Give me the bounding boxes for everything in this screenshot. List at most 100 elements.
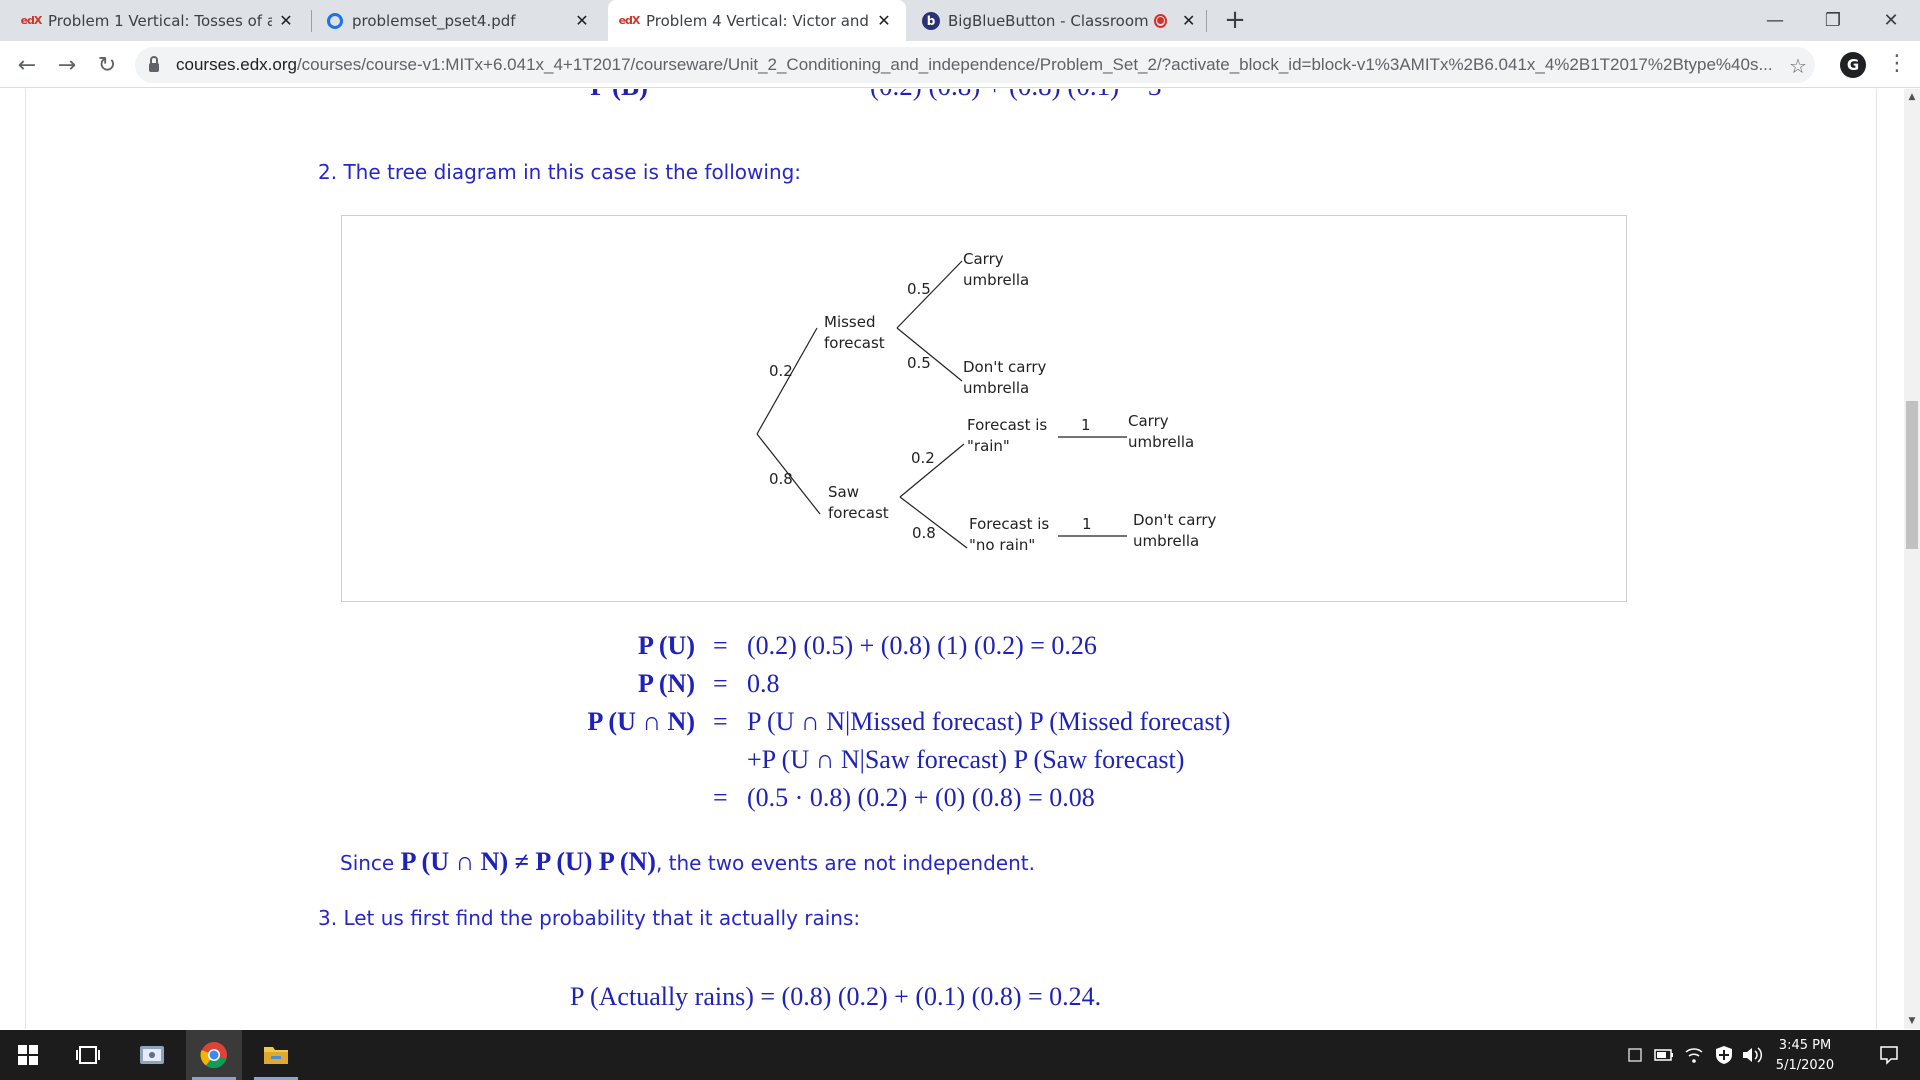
content-border-left [25,89,26,1029]
node-missed-line1: Missed [824,313,876,331]
reload-button[interactable]: ↻ [92,50,122,80]
tab-problemset-pdf[interactable]: problemset_pset4.pdf ✕ [314,0,604,41]
tab-label: Problem 1 Vertical: Tosses of a bi [48,11,272,30]
since-math: P (U ∩ N) ≠ P (U) P (N) [400,847,656,876]
node-rain-line2: "rain" [967,437,1010,455]
cutoff-rhs: (0.2) (0.8) + (0.8) (0.1) [870,89,1119,102]
clock[interactable]: 3:45 PM 5/1/2020 [1760,1036,1850,1076]
prob-root-saw: 0.8 [769,470,793,488]
leaf-rain-carry-line1: Carry [1128,412,1169,430]
scroll-thumb[interactable] [1906,401,1918,549]
edx-icon: edX [618,14,641,27]
file-explorer-icon[interactable] [248,1030,304,1080]
prob-rain-carry: 1 [1081,416,1091,434]
tree-diagram: 0.2 0.8 Missed forecast Saw forecast 0.5… [341,215,1627,602]
battery-icon[interactable] [1652,1030,1676,1080]
clock-date: 5/1/2020 [1775,1058,1835,1073]
rain-probability-equation: P (Actually rains) = (0.8) (0.2) + (0.1)… [570,982,1102,1011]
prob-norain-dontcarry: 1 [1082,515,1092,533]
equation-lhs: P (N) [637,669,695,698]
leaf-norain-dontcarry-line1: Don't carry [1133,511,1217,529]
equation-rhs: (0.2) (0.5) + (0.8) (1) (0.2) = 0.26 [747,631,1097,660]
equation-rhs: P (U ∩ N|Missed forecast) P (Missed fore… [747,707,1231,736]
equation-row: +P (U ∩ N|Saw forecast) P (Saw forecast) [0,745,1900,781]
content-border-right [1876,89,1877,1029]
tab-problem-1[interactable]: edX Problem 1 Vertical: Tosses of a bi ✕ [10,0,308,41]
vertical-scrollbar[interactable]: ▲ ▼ [1904,89,1920,1029]
tree-diagram-svg: 0.2 0.8 Missed forecast Saw forecast 0.5… [756,250,1217,554]
close-icon[interactable]: ✕ [572,11,592,31]
close-window-button[interactable]: ✕ [1862,0,1920,41]
equation-row: P (U ∩ N) = P (U ∩ N|Missed forecast) P … [0,707,1900,743]
equation-sign: = [713,631,728,660]
equation-row: P (N) = 0.8 [0,669,1900,705]
node-norain-line2: "no rain" [969,536,1035,554]
tab-problem-4[interactable]: edX Problem 4 Vertical: Victor and his ✕ [608,0,906,41]
minimize-button[interactable]: — [1746,0,1804,41]
equation-sign: = [713,783,728,812]
notification-square-icon[interactable] [1624,1030,1646,1080]
prob-root-missed: 0.2 [769,362,793,380]
node-saw-line2: forecast [828,504,889,522]
browser-toolbar: ← → ↻ courses.edx.org/courses/course-v1:… [0,41,1920,88]
action-center-icon[interactable] [1864,1030,1914,1080]
bigbluebutton-icon: b [922,11,940,30]
scroll-down-icon[interactable]: ▼ [1904,1013,1920,1029]
opera-pdf-icon [326,12,344,30]
equation-sign: = [713,669,728,698]
tab-separator [1206,10,1207,32]
snipping-tool-icon[interactable] [124,1030,180,1080]
equation-lhs: P (U) [637,631,695,660]
lock-icon [149,56,159,72]
prob-missed-carry: 0.5 [907,280,931,298]
recording-icon [1154,13,1168,28]
windows-taskbar: 3:45 PM 5/1/2020 [0,1030,1920,1080]
new-tab-button[interactable]: + [1222,7,1248,34]
node-saw-line1: Saw [828,483,859,501]
prob-saw-rain: 0.2 [911,449,935,467]
tab-label: BigBlueButton - Classroom 2 [948,11,1149,30]
leaf-dontcarry-line1: Don't carry [963,358,1047,376]
equation-lhs: P (U ∩ N) [587,707,695,736]
edx-icon: edX [20,14,43,27]
equation-row: P (U) = (0.2) (0.5) + (0.8) (1) (0.2) = … [0,631,1900,667]
back-button[interactable]: ← [12,50,42,80]
bookmark-star-icon[interactable]: ☆ [1789,54,1807,78]
branch-root-missed [756,327,818,435]
task-view-icon[interactable] [62,1030,114,1080]
chrome-taskbar-icon[interactable] [186,1030,242,1080]
leaf-rain-carry-line2: umbrella [1128,433,1194,451]
tab-label: problemset_pset4.pdf [352,11,516,30]
url-path: /courses/course-v1:MITx+6.041x_4+1T2017/… [296,55,1773,74]
independence-statement: Since P (U ∩ N) ≠ P (U) P (N), the two e… [340,846,1035,879]
tab-strip: edX Problem 1 Vertical: Tosses of a bi ✕… [0,0,1920,41]
prob-saw-norain: 0.8 [912,524,936,542]
prob-missed-dontcarry: 0.5 [907,354,931,372]
item-2-text: 2. The tree diagram in this case is the … [318,160,802,184]
forward-button[interactable]: → [52,50,82,80]
cutoff-tail: 3 [1148,89,1162,102]
equation-rhs: (0.5 · 0.8) (0.2) + (0) (0.8) = 0.08 [747,783,1095,812]
close-icon[interactable]: ✕ [276,11,296,31]
security-shield-icon[interactable] [1712,1030,1736,1080]
browser-menu-icon[interactable]: ⋮ [1886,51,1908,79]
windows-start-icon[interactable] [0,1030,56,1080]
since-suffix: , the two events are not independent. [655,851,1035,875]
close-icon[interactable]: ✕ [1179,11,1198,31]
tab-label: Problem 4 Vertical: Victor and his [646,11,870,30]
cutoff-lhs: P (B) [588,89,648,102]
tab-bigbluebutton[interactable]: b BigBlueButton - Classroom 2 ✕ [910,0,1210,41]
leaf-dontcarry-line2: umbrella [963,379,1029,397]
address-bar[interactable]: courses.edx.org/courses/course-v1:MITx+6… [135,47,1815,83]
equation-sign: = [713,707,728,736]
profile-avatar[interactable]: G [1840,52,1866,78]
url-text[interactable]: courses.edx.org/courses/course-v1:MITx+6… [176,55,1806,75]
wifi-icon[interactable] [1682,1030,1706,1080]
node-norain-line1: Forecast is [969,515,1049,533]
restore-button[interactable]: ❐ [1804,0,1862,41]
scroll-up-icon[interactable]: ▲ [1904,89,1920,105]
node-rain-line1: Forecast is [967,416,1047,434]
equation-rhs: +P (U ∩ N|Saw forecast) P (Saw forecast) [747,745,1185,774]
close-icon[interactable]: ✕ [874,11,894,31]
leaf-norain-dontcarry-line2: umbrella [1133,532,1199,550]
